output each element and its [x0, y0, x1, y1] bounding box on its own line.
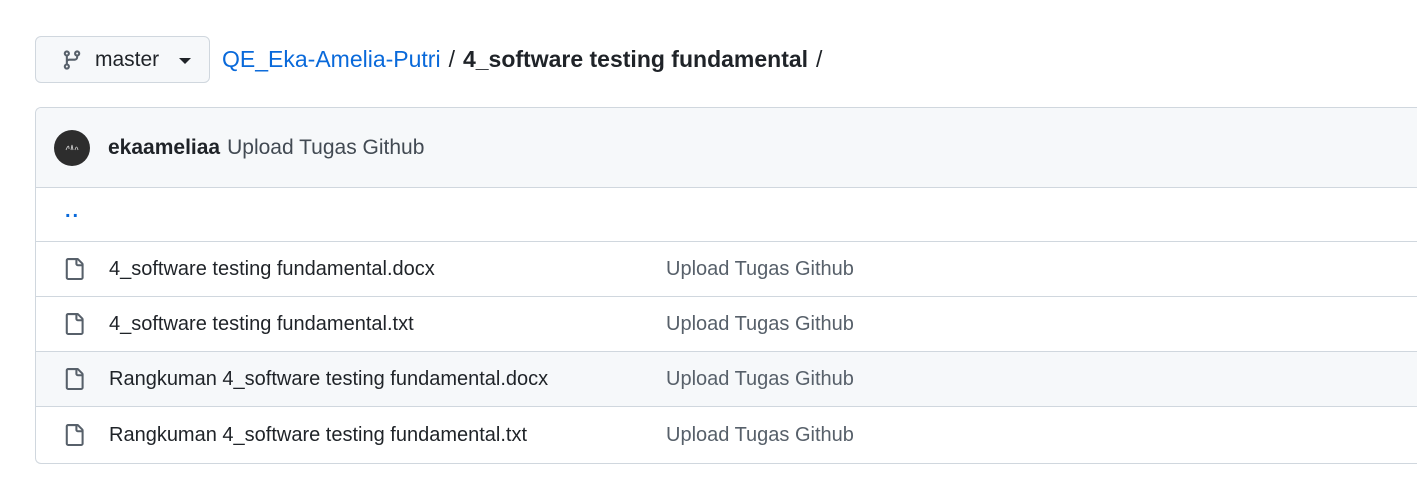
- breadcrumb-current-folder: 4_software testing fundamental: [462, 46, 809, 72]
- file-name-link[interactable]: Rangkuman 4_software testing fundamental…: [109, 424, 666, 447]
- avatar-signature-icon: [65, 144, 79, 150]
- chevron-down-icon: [179, 57, 192, 64]
- commit-author[interactable]: ekaameliaa: [108, 136, 220, 160]
- file-icon: [63, 257, 85, 281]
- file-name-link[interactable]: Rangkuman 4_software testing fundamental…: [109, 368, 666, 391]
- breadcrumb-repo-link[interactable]: QE_Eka-Amelia-Putri: [222, 46, 441, 73]
- file-commit-message[interactable]: Upload Tugas Github: [666, 424, 854, 447]
- latest-commit-bar: ekaameliaa Upload Tugas Github: [36, 108, 1417, 188]
- breadcrumb: QE_Eka-Amelia-Putri / 4_software testing…: [222, 46, 830, 73]
- git-branch-icon: [61, 48, 83, 72]
- file-row[interactable]: 4_software testing fundamental.txt Uploa…: [36, 297, 1417, 352]
- breadcrumb-separator: /: [448, 46, 455, 72]
- branch-label: master: [95, 47, 160, 71]
- file-icon: [63, 367, 85, 391]
- file-commit-message[interactable]: Upload Tugas Github: [666, 258, 854, 281]
- file-name-link[interactable]: 4_software testing fundamental.docx: [109, 258, 666, 281]
- branch-selector-button[interactable]: master: [35, 36, 210, 83]
- top-bar: master QE_Eka-Amelia-Putri / 4_software …: [35, 36, 830, 83]
- file-row[interactable]: Rangkuman 4_software testing fundamental…: [36, 352, 1417, 407]
- file-listing: ekaameliaa Upload Tugas Github .. 4_soft…: [35, 107, 1417, 464]
- avatar[interactable]: [54, 129, 90, 166]
- file-name-link[interactable]: 4_software testing fundamental.txt: [109, 313, 666, 336]
- file-icon: [63, 423, 85, 447]
- file-row[interactable]: Rangkuman 4_software testing fundamental…: [36, 407, 1417, 463]
- file-icon: [63, 312, 85, 336]
- file-row[interactable]: 4_software testing fundamental.docx Uplo…: [36, 242, 1417, 297]
- parent-directory-row[interactable]: ..: [36, 188, 1417, 242]
- breadcrumb-trailing-separator: /: [816, 46, 823, 72]
- file-commit-message[interactable]: Upload Tugas Github: [666, 313, 854, 336]
- commit-message[interactable]: Upload Tugas Github: [227, 136, 424, 160]
- parent-directory-link[interactable]: ..: [65, 200, 80, 223]
- file-commit-message[interactable]: Upload Tugas Github: [666, 368, 854, 391]
